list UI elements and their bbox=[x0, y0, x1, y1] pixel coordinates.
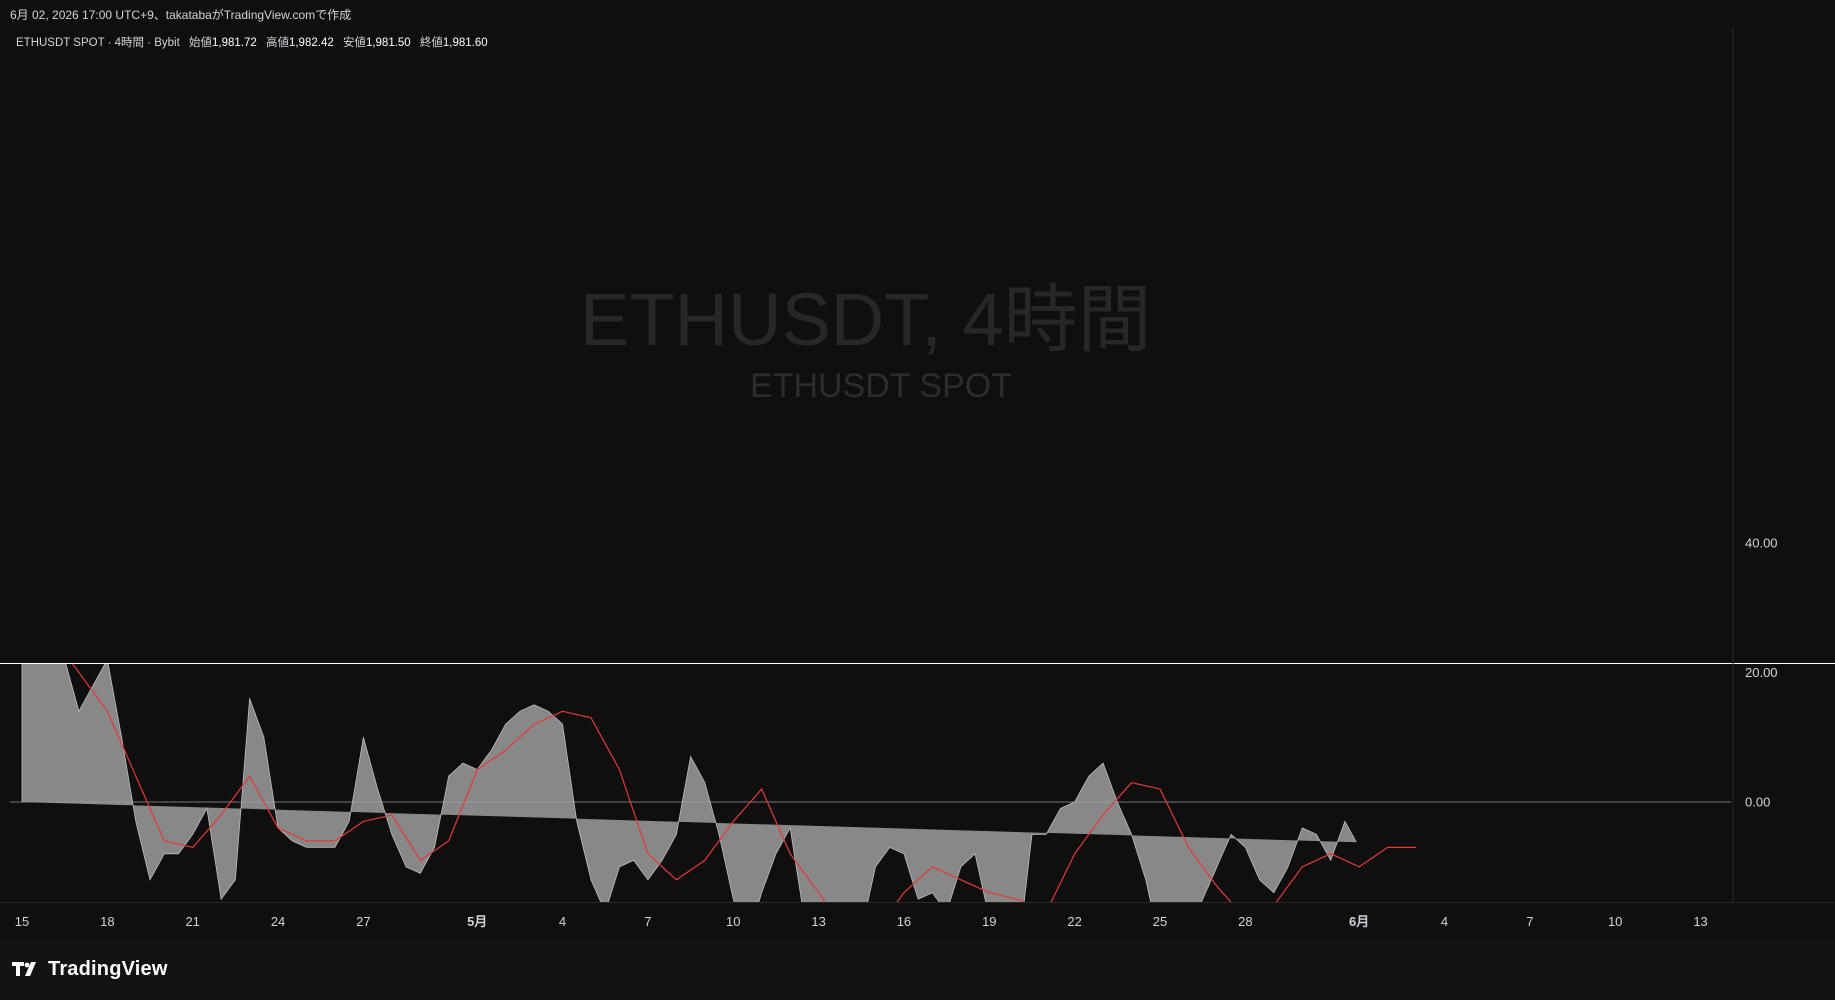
symbol-info[interactable]: ETHUSDT SPOT · 4時間 · Bybit bbox=[16, 37, 180, 49]
time-tick-label: 19 bbox=[982, 914, 996, 929]
time-tick-label: 25 bbox=[1153, 914, 1167, 929]
time-tick-label: 15 bbox=[15, 914, 29, 929]
close-value: 1,981.60 bbox=[442, 37, 488, 49]
watermark-sub: ETHUSDT SPOT bbox=[750, 367, 1012, 405]
time-tick-label: 6月 bbox=[1349, 914, 1369, 929]
high-value: 1,982.42 bbox=[288, 37, 334, 49]
time-tick-label: 28 bbox=[1238, 914, 1252, 929]
close-label: 終値 bbox=[419, 37, 443, 49]
tradingview-logo-icon bbox=[12, 958, 42, 981]
low-value: 1,981.50 bbox=[365, 37, 411, 49]
time-tick-label: 13 bbox=[811, 914, 825, 929]
symbol-legend[interactable]: ETHUSDT SPOT · 4時間 · Bybit 始値1,981.72 高値… bbox=[16, 34, 494, 50]
time-tick-label: 7 bbox=[1526, 914, 1533, 929]
time-tick-label: 27 bbox=[356, 914, 370, 929]
time-tick-label: 24 bbox=[271, 914, 285, 929]
oscillator-tick-label: 20.00 bbox=[1745, 665, 1778, 680]
open-value: 1,981.72 bbox=[212, 37, 257, 49]
timestamp-author: 6月 02, 2026 17:00 UTC+9、takatabaがTrading… bbox=[10, 8, 352, 22]
low-label: 安値 bbox=[342, 37, 366, 49]
oscillator-tick-label: 0.00 bbox=[1745, 795, 1770, 810]
time-tick-label: 4 bbox=[559, 914, 566, 929]
time-tick-label: 21 bbox=[185, 914, 199, 929]
time-tick-label: 10 bbox=[1608, 914, 1622, 929]
time-tick-label: 22 bbox=[1067, 914, 1081, 929]
time-tick-label: 16 bbox=[897, 914, 911, 929]
watermark-main: ETHUSDT, 4時間 bbox=[580, 278, 1152, 361]
oscillator-tick-label: 40.00 bbox=[1745, 535, 1778, 550]
time-tick-label: 10 bbox=[726, 914, 740, 929]
tradingview-brand: TradingView bbox=[48, 958, 168, 980]
time-axis[interactable]: 15 18 21 24 27 5月 4 7 10 13 16 19 22 25 28 6月 4 7 10 13 bbox=[0, 903, 1835, 940]
chart-header: 6月 02, 2026 17:00 UTC+9、takatabaがTrading… bbox=[0, 0, 1835, 28]
time-tick-label: 4 bbox=[1441, 914, 1448, 929]
footer-bar bbox=[0, 940, 1835, 1000]
time-tick-label: 5月 bbox=[467, 914, 487, 929]
open-label: 始値 bbox=[189, 37, 212, 49]
tradingview-logo[interactable]: TradingView bbox=[12, 958, 168, 981]
high-label: 高値 bbox=[265, 37, 289, 49]
time-tick-label: 7 bbox=[644, 914, 651, 929]
time-tick-label: 18 bbox=[100, 914, 114, 929]
time-tick-label: 13 bbox=[1693, 914, 1707, 929]
chart-canvas: 2,500.002,450.002,350.002,300.002,250.00… bbox=[0, 0, 1835, 1000]
